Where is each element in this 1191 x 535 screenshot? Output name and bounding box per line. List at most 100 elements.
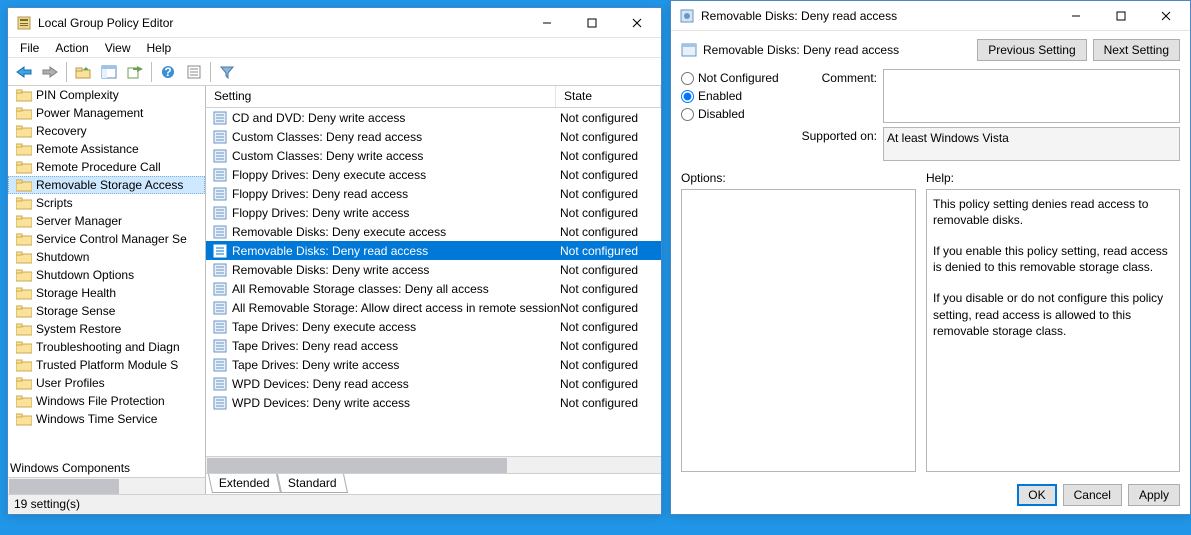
properties-button[interactable]	[182, 60, 206, 84]
tree-item[interactable]: Removable Storage Access	[8, 176, 205, 194]
tree-item-windows-components[interactable]: Windows Components	[8, 459, 205, 477]
setting-row[interactable]: Tape Drives: Deny read accessNot configu…	[206, 336, 661, 355]
setting-icon	[212, 205, 228, 221]
menu-action[interactable]: Action	[47, 39, 96, 57]
setting-icon	[212, 319, 228, 335]
options-label: Options:	[681, 171, 916, 185]
tree-item[interactable]: Recovery	[8, 122, 205, 140]
setting-row[interactable]: Floppy Drives: Deny write accessNot conf…	[206, 203, 661, 222]
setting-row[interactable]: WPD Devices: Deny write accessNot config…	[206, 393, 661, 412]
gpedit-title: Local Group Policy Editor	[38, 16, 524, 30]
tree-item[interactable]: Shutdown Options	[8, 266, 205, 284]
help-box[interactable]: This policy setting denies read access t…	[926, 189, 1180, 472]
menu-file[interactable]: File	[12, 39, 47, 57]
folder-icon	[16, 88, 32, 102]
folder-icon	[16, 106, 32, 120]
setting-icon	[212, 376, 228, 392]
policy-subtitle: Removable Disks: Deny read access	[703, 43, 899, 57]
tree-item[interactable]: Remote Procedure Call	[8, 158, 205, 176]
folder-icon	[16, 394, 32, 408]
folder-icon	[16, 178, 32, 192]
menu-view[interactable]: View	[97, 39, 139, 57]
setting-row[interactable]: All Removable Storage classes: Deny all …	[206, 279, 661, 298]
list-header: Setting State	[206, 86, 661, 108]
forward-button[interactable]	[38, 60, 62, 84]
tree-item[interactable]: Troubleshooting and Diagn	[8, 338, 205, 356]
help-button[interactable]: ?	[156, 60, 180, 84]
tab-extended[interactable]: Extended	[208, 474, 281, 493]
folder-icon	[16, 376, 32, 390]
radio-not-configured[interactable]: Not Configured	[681, 71, 791, 85]
tree-item[interactable]: System Restore	[8, 320, 205, 338]
tab-standard[interactable]: Standard	[277, 474, 348, 493]
tree-item[interactable]: Storage Health	[8, 284, 205, 302]
maximize-button[interactable]	[569, 9, 614, 37]
up-button[interactable]	[71, 60, 95, 84]
close-button[interactable]	[614, 9, 659, 37]
comment-field[interactable]	[883, 69, 1180, 123]
setting-row[interactable]: Custom Classes: Deny write accessNot con…	[206, 146, 661, 165]
folder-icon	[16, 304, 32, 318]
previous-setting-button[interactable]: Previous Setting	[977, 39, 1086, 61]
radio-disabled[interactable]: Disabled	[681, 107, 791, 121]
setting-icon	[212, 243, 228, 259]
policy-dialog: Removable Disks: Deny read access Remova…	[670, 0, 1191, 515]
setting-row[interactable]: Floppy Drives: Deny read accessNot confi…	[206, 184, 661, 203]
col-setting[interactable]: Setting	[206, 86, 556, 107]
tree-item[interactable]: Service Control Manager Se	[8, 230, 205, 248]
tree-item[interactable]: PIN Complexity	[8, 86, 205, 104]
folder-icon	[16, 142, 32, 156]
gpedit-titlebar[interactable]: Local Group Policy Editor	[8, 8, 661, 38]
ok-button[interactable]: OK	[1017, 484, 1056, 506]
apply-button[interactable]: Apply	[1128, 484, 1180, 506]
tree-item[interactable]: Shutdown	[8, 248, 205, 266]
minimize-button[interactable]	[524, 9, 569, 37]
tree-item[interactable]: Trusted Platform Module S	[8, 356, 205, 374]
policy-minimize-button[interactable]	[1053, 2, 1098, 30]
setting-row[interactable]: CD and DVD: Deny write accessNot configu…	[206, 108, 661, 127]
tree-item[interactable]: Windows Time Service	[8, 410, 205, 428]
filter-button[interactable]	[215, 60, 239, 84]
setting-row[interactable]: Floppy Drives: Deny execute accessNot co…	[206, 165, 661, 184]
tree-item[interactable]: Windows File Protection	[8, 392, 205, 410]
radio-enabled[interactable]: Enabled	[681, 89, 791, 103]
next-setting-button[interactable]: Next Setting	[1093, 39, 1180, 61]
folder-icon	[16, 232, 32, 246]
export-button[interactable]	[123, 60, 147, 84]
policy-app-icon	[679, 8, 695, 24]
settings-list[interactable]: CD and DVD: Deny write accessNot configu…	[206, 108, 661, 456]
setting-icon	[212, 262, 228, 278]
setting-icon	[212, 186, 228, 202]
tree-item[interactable]: User Profiles	[8, 374, 205, 392]
folder-icon	[16, 268, 32, 282]
policy-close-button[interactable]	[1143, 2, 1188, 30]
supported-on-value: At least Windows Vista	[883, 127, 1180, 161]
help-label: Help:	[926, 171, 1180, 185]
options-box[interactable]	[681, 189, 916, 472]
policy-titlebar[interactable]: Removable Disks: Deny read access	[671, 1, 1190, 31]
setting-row[interactable]: WPD Devices: Deny read accessNot configu…	[206, 374, 661, 393]
setting-row[interactable]: Tape Drives: Deny write accessNot config…	[206, 355, 661, 374]
setting-row[interactable]: Tape Drives: Deny execute accessNot conf…	[206, 317, 661, 336]
tree-pane[interactable]: PIN ComplexityPower ManagementRecoveryRe…	[8, 86, 206, 494]
tree-h-scrollbar[interactable]	[8, 477, 205, 494]
col-state[interactable]: State	[556, 86, 661, 107]
tree-item[interactable]: Remote Assistance	[8, 140, 205, 158]
folder-icon	[16, 160, 32, 174]
setting-row[interactable]: All Removable Storage: Allow direct acce…	[206, 298, 661, 317]
policy-maximize-button[interactable]	[1098, 2, 1143, 30]
folder-icon	[16, 358, 32, 372]
back-button[interactable]	[12, 60, 36, 84]
setting-row[interactable]: Custom Classes: Deny read accessNot conf…	[206, 127, 661, 146]
tree-item[interactable]: Storage Sense	[8, 302, 205, 320]
menu-help[interactable]: Help	[139, 39, 180, 57]
show-hide-tree-button[interactable]	[97, 60, 121, 84]
cancel-button[interactable]: Cancel	[1063, 484, 1122, 506]
tree-item[interactable]: Scripts	[8, 194, 205, 212]
tree-item[interactable]: Power Management	[8, 104, 205, 122]
setting-row[interactable]: Removable Disks: Deny read accessNot con…	[206, 241, 661, 260]
setting-row[interactable]: Removable Disks: Deny execute accessNot …	[206, 222, 661, 241]
tree-item[interactable]: Server Manager	[8, 212, 205, 230]
setting-row[interactable]: Removable Disks: Deny write accessNot co…	[206, 260, 661, 279]
list-h-scrollbar[interactable]	[206, 456, 661, 473]
